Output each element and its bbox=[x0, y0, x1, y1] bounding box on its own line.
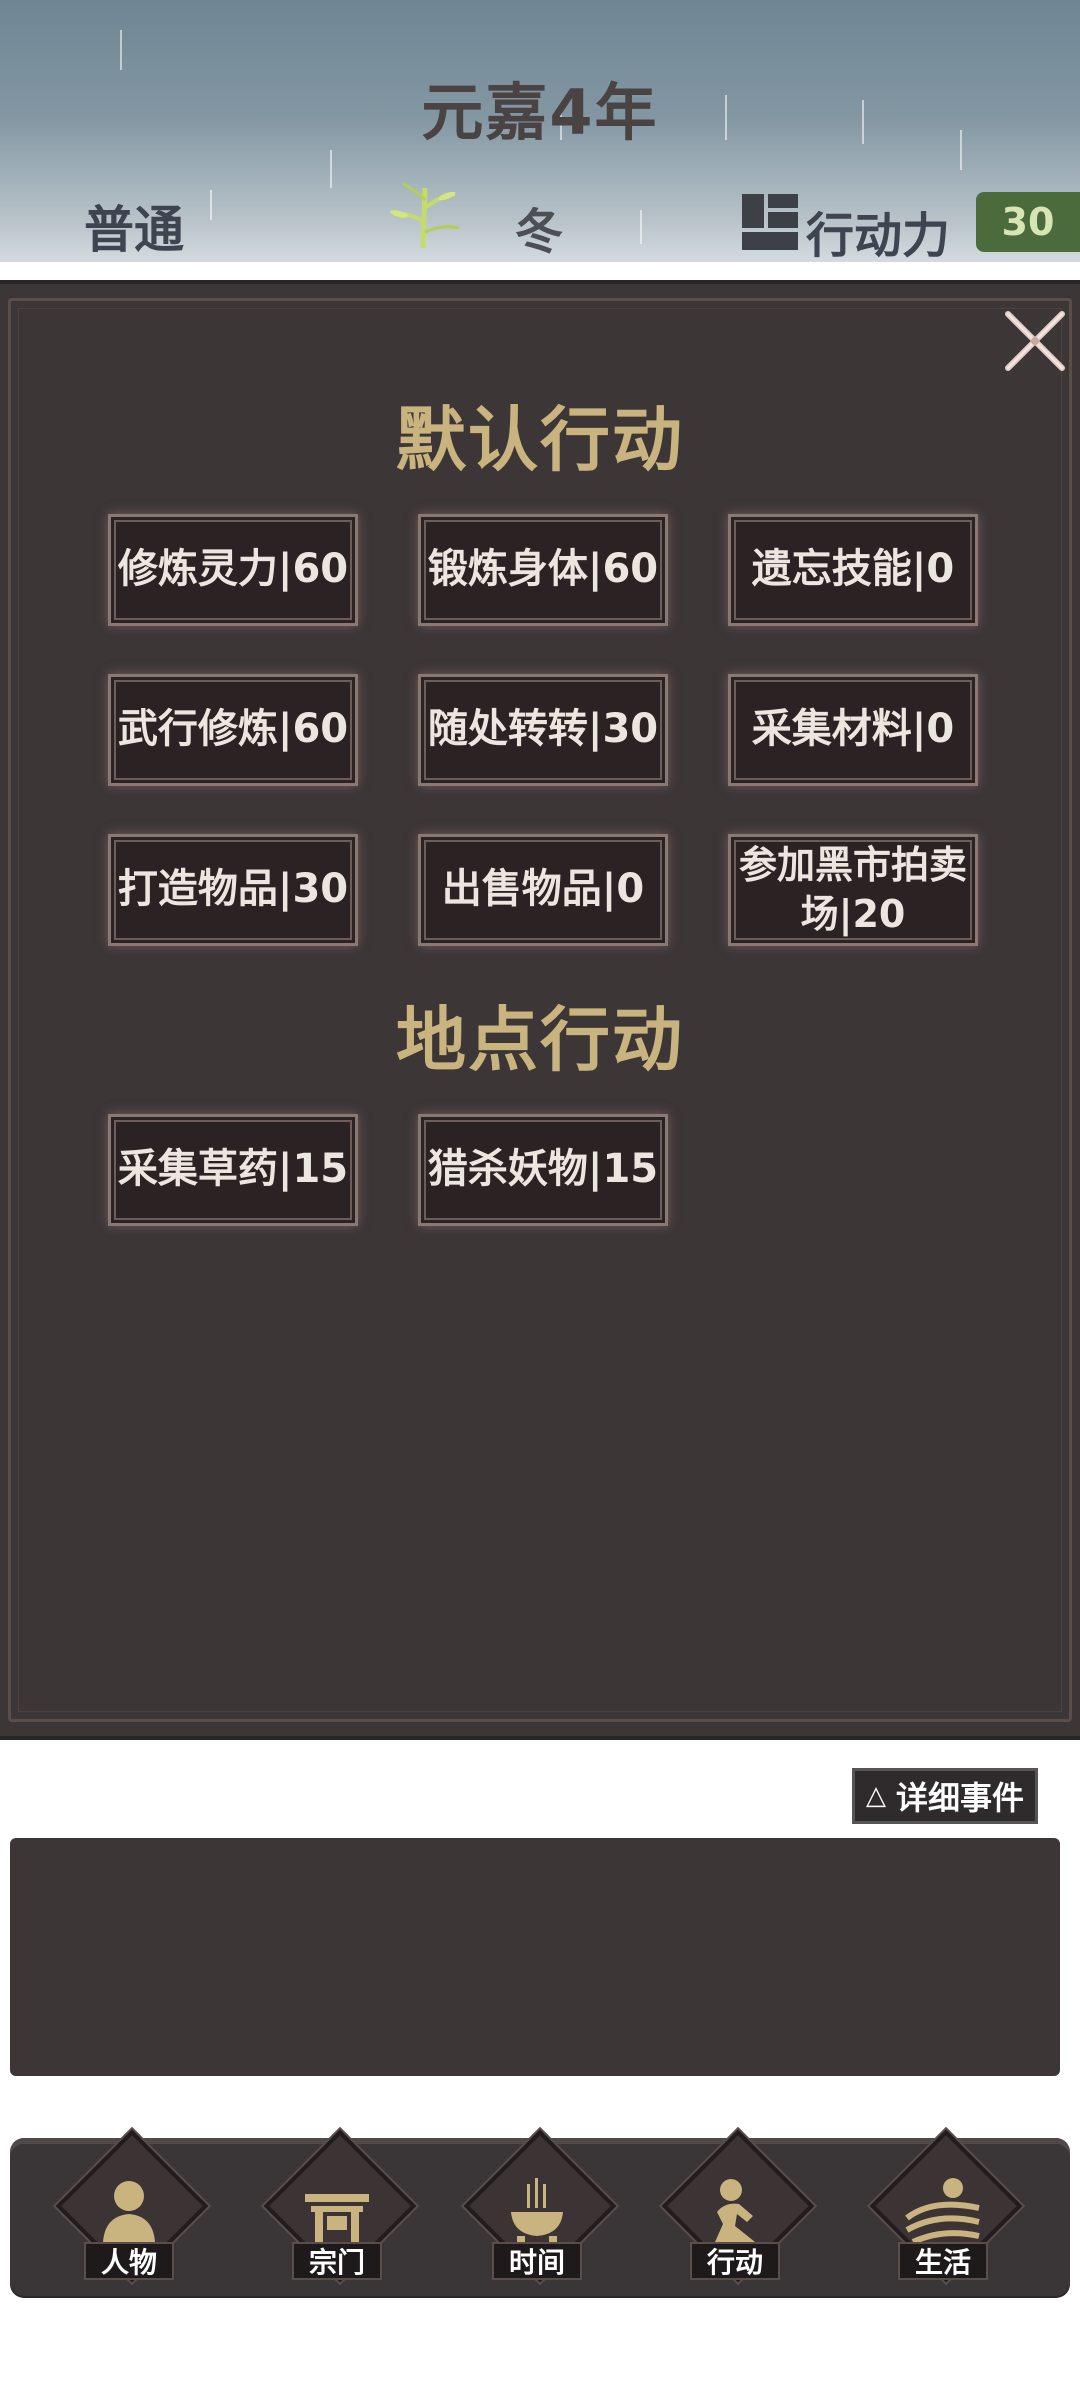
nav-label: 行动 bbox=[690, 2242, 780, 2280]
action-button-wander[interactable]: 随处转转|30 bbox=[418, 674, 668, 786]
nav-label: 时间 bbox=[492, 2242, 582, 2280]
location-actions-title: 地点行动 bbox=[396, 999, 684, 1081]
action-button-martial-training[interactable]: 武行修炼|60 bbox=[108, 674, 358, 786]
action-button-sell-items[interactable]: 出售物品|0 bbox=[418, 834, 668, 946]
action-power-icon bbox=[742, 194, 798, 250]
sect-gate-icon bbox=[305, 2194, 369, 2244]
default-actions-title: 默认行动 bbox=[396, 399, 684, 481]
landscape-icon bbox=[905, 2178, 980, 2245]
event-log bbox=[10, 1838, 1060, 2076]
action-button-gather-materials[interactable]: 采集材料|0 bbox=[728, 674, 978, 786]
action-button-hunt-demons[interactable]: 猎杀妖物|15 bbox=[418, 1114, 668, 1226]
detail-events-label: 详细事件 bbox=[895, 1779, 1024, 1817]
nav-item-character[interactable]: 人物 bbox=[54, 2129, 209, 2286]
bamboo-icon bbox=[390, 182, 460, 249]
nav-label: 生活 bbox=[898, 2242, 988, 2280]
rain-streak bbox=[640, 210, 642, 244]
bottom-nav: 人物 宗门 时间 行动 生活 bbox=[10, 2129, 1070, 2296]
close-icon[interactable] bbox=[1000, 306, 1070, 376]
action-button-black-market-auction[interactable]: 参加黑市拍卖场|20 bbox=[728, 834, 978, 946]
incense-burner-icon bbox=[511, 2178, 563, 2244]
rain-streak bbox=[330, 150, 332, 188]
header-divider bbox=[0, 262, 1080, 280]
action-button-forget-skill[interactable]: 遗忘技能|0 bbox=[728, 514, 978, 626]
nav-label: 宗门 bbox=[292, 2242, 382, 2280]
nav-item-time[interactable]: 时间 bbox=[462, 2129, 617, 2286]
nav-item-life[interactable]: 生活 bbox=[868, 2129, 1023, 2286]
action-figure-icon bbox=[715, 2179, 755, 2242]
action-panel: 默认行动 修炼灵力|60 锻炼身体|60 遗忘技能|0 武行修炼|60 随处转转… bbox=[0, 280, 1080, 1740]
nav-item-action[interactable]: 行动 bbox=[660, 2129, 815, 2286]
season-label: 冬 bbox=[515, 204, 564, 260]
action-button-gather-herbs[interactable]: 采集草药|15 bbox=[108, 1114, 358, 1226]
nav-label: 人物 bbox=[84, 2242, 174, 2280]
difficulty-label: 普通 bbox=[84, 201, 184, 259]
action-button-train-body[interactable]: 锻炼身体|60 bbox=[418, 514, 668, 626]
person-icon bbox=[103, 2181, 155, 2242]
action-power-label: 行动力 bbox=[806, 208, 951, 262]
year-title: 元嘉4年 bbox=[421, 76, 659, 149]
rain-streak bbox=[210, 190, 212, 220]
action-button-cultivate-spirit[interactable]: 修炼灵力|60 bbox=[108, 514, 358, 626]
top-status-bar: 元嘉4年 普通 冬 行动力 30 bbox=[0, 0, 1080, 262]
triangle-icon: △ bbox=[865, 1781, 886, 1811]
action-power-value: 30 bbox=[976, 192, 1080, 252]
action-button-craft-items[interactable]: 打造物品|30 bbox=[108, 834, 358, 946]
detail-events-button[interactable]: △ 详细事件 bbox=[852, 1768, 1038, 1824]
nav-item-sect[interactable]: 宗门 bbox=[262, 2129, 417, 2286]
